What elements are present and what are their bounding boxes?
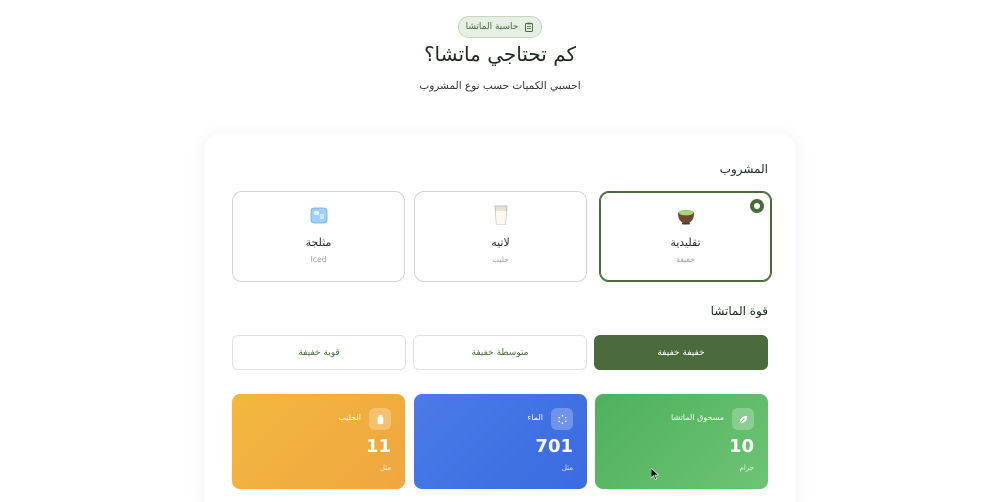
result-value: 10 — [728, 436, 754, 457]
strength-option-medium[interactable]: متوسطة خفيفة — [413, 335, 587, 370]
clipboard-icon — [525, 22, 534, 32]
result-unit: مثل — [379, 464, 391, 472]
result-name: مسحوق الماتشا — [671, 413, 724, 422]
drink-section-label: المشروب — [719, 162, 768, 176]
mouse-cursor-icon — [651, 468, 659, 480]
drink-option-iced[interactable]: مثلجة Iced — [232, 191, 405, 282]
matcha-calculator-page: حاسبة الماتشا كم تحتاجي ماتشا؟ احسبي الك… — [0, 0, 1000, 502]
drink-name: تقليدية — [670, 236, 701, 249]
result-matcha-powder: مسحوق الماتشا 10 جرام — [595, 394, 768, 489]
leaf-icon — [732, 408, 754, 430]
drink-name: لاتيه — [491, 236, 510, 249]
result-unit: مثل — [561, 464, 573, 472]
strength-option-strong[interactable]: قوية خفيفة — [232, 335, 406, 370]
ice-cube-icon — [233, 204, 404, 226]
badge-text: حاسبة الماتشا — [465, 22, 519, 32]
page-title: كم تحتاجي ماتشا؟ — [423, 42, 577, 66]
water-drops-icon — [551, 408, 573, 430]
result-name: الحليب — [338, 413, 361, 422]
drink-sub: حليب — [492, 255, 509, 264]
strength-option-light[interactable]: خفيفة خفيفة — [594, 335, 768, 370]
result-name: الماء — [527, 413, 543, 422]
selected-radio-icon — [750, 199, 764, 213]
strength-section-label: قوة الماتشا — [710, 304, 768, 318]
drink-option-latte[interactable]: لاتيه حليب — [414, 191, 587, 282]
matcha-bowl-icon — [600, 204, 771, 226]
milk-glass-icon — [415, 204, 586, 226]
result-milk: الحليب 11 مثل — [232, 394, 405, 489]
result-value: 11 — [365, 436, 391, 457]
milk-carton-icon — [369, 408, 391, 430]
drink-name: مثلجة — [305, 236, 332, 249]
result-value: 701 — [535, 436, 573, 457]
calculator-card: المشروب تقليدية خفيفة لاتيه حليب مثلجة I… — [204, 134, 796, 502]
calculator-badge: حاسبة الماتشا — [458, 16, 542, 38]
drink-sub: Iced — [310, 255, 327, 264]
result-water: الماء 701 مثل — [414, 394, 587, 489]
page-subtitle: احسبي الكميات حسب نوع المشروب — [419, 80, 581, 92]
drink-sub: خفيفة — [676, 255, 695, 264]
drink-option-traditional[interactable]: تقليدية خفيفة — [599, 191, 772, 282]
result-unit: جرام — [739, 464, 754, 472]
